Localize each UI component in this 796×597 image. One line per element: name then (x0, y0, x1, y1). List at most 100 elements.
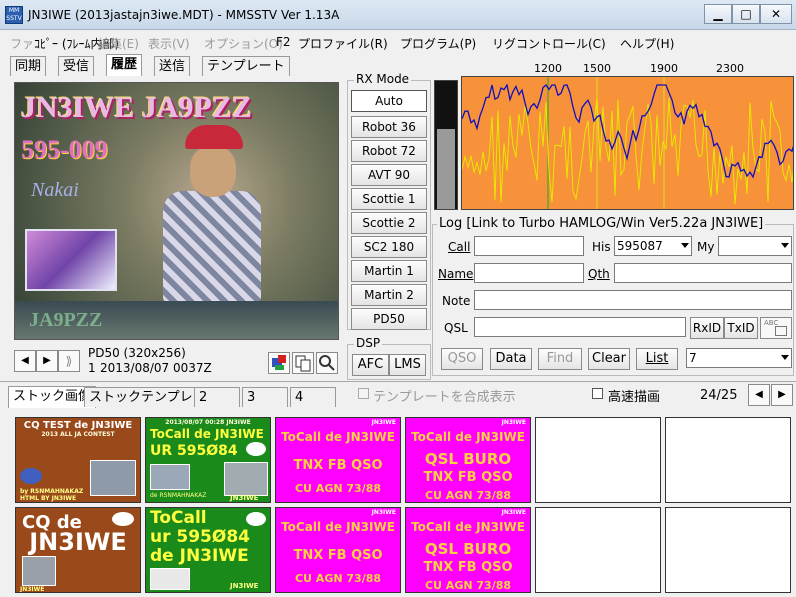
qth-field[interactable] (614, 263, 792, 283)
thumb6-line4: JN3IWE (230, 582, 259, 590)
mode-pd50-button[interactable]: PD50 (351, 308, 427, 330)
my-field[interactable] (718, 236, 792, 256)
history-last-button[interactable]: ⟫ (58, 350, 80, 372)
tab-history[interactable]: 履歴 (106, 54, 143, 76)
rxid-button[interactable]: RxID (690, 317, 724, 339)
menu-rig-control[interactable]: リグコントロール(C) (492, 35, 606, 52)
thumb7-line2: TNX FB QSO (293, 548, 383, 563)
tab-stock-4[interactable]: 4 (290, 387, 336, 407)
zoom-button[interactable] (316, 352, 338, 374)
stock-thumb-empty-1[interactable] (535, 417, 661, 503)
tab-receive[interactable]: 受信 (58, 56, 95, 76)
history-prev-button[interactable]: ◀ (14, 350, 36, 372)
afc-button[interactable]: AFC (352, 354, 389, 376)
stock-thumb-2[interactable]: 2013/08/07 00:28 JN3IWE ToCall de JN3IWE… (145, 417, 271, 503)
list-select[interactable]: 7 (686, 348, 792, 368)
stock-thumb-empty-4[interactable] (665, 507, 791, 593)
copy-button[interactable] (292, 352, 314, 374)
name-field[interactable] (474, 263, 584, 283)
thumb4-line4: CU AGN 73/88 (424, 489, 512, 502)
tab-stock-images[interactable]: ストック画像 (8, 386, 97, 408)
note-label: Note (442, 294, 471, 308)
fast-draw-checkbox[interactable] (592, 388, 603, 399)
lms-button[interactable]: LMS (389, 354, 426, 376)
call-label: Call (448, 240, 471, 254)
tab-stock-2[interactable]: 2 (194, 387, 240, 407)
stock-thumb-empty-2[interactable] (665, 417, 791, 503)
stock-thumb-empty-3[interactable] (535, 507, 661, 593)
mode-martin1-button[interactable]: Martin 1 (351, 260, 427, 282)
maximize-button[interactable]: □ (732, 4, 760, 24)
mode-robot36-button[interactable]: Robot 36 (351, 116, 427, 138)
abc-button[interactable]: ABC (760, 317, 792, 339)
minimize-button[interactable]: ▁ (704, 4, 732, 24)
last-icon: ⟫ (65, 354, 73, 368)
stock-thumb-7[interactable]: JN3IWE ToCall de JN3IWE TNX FB QSO CU AG… (275, 507, 401, 593)
mode-martin2-button[interactable]: Martin 2 (351, 284, 427, 306)
close-button[interactable]: ✕ (760, 4, 792, 24)
mode-avt90-button[interactable]: AVT 90 (351, 164, 427, 186)
thumb5-line2: JN3IWE (29, 528, 127, 556)
my-label: My (697, 240, 715, 254)
stock-prev-button[interactable]: ◀ (748, 384, 770, 406)
stock-thumb-6[interactable]: ToCall ur 595Ø84 de JN3IWE JN3IWE (145, 507, 271, 593)
thumb1-line4: HTML BY JN3IWE (20, 495, 77, 502)
mode-scottie1-button[interactable]: Scottie 1 (351, 188, 427, 210)
divider (0, 381, 796, 382)
mode-scottie2-button[interactable]: Scottie 2 (351, 212, 427, 234)
thumb1-line3: by RSNMAHNAKAZ (20, 488, 84, 495)
level-bar (437, 129, 455, 209)
stock-next-button[interactable]: ▶ (771, 384, 793, 406)
find-button[interactable]: Find (538, 348, 582, 370)
menu-option[interactable]: オプション(O) (204, 35, 283, 52)
note-field[interactable] (474, 290, 792, 310)
qsl-label: QSL (444, 321, 468, 335)
qso-button[interactable]: QSO (441, 348, 483, 370)
thumb4-line3: TNX FB QSO (423, 470, 513, 485)
tick-1500: 1500 (583, 62, 611, 75)
tab-transmit[interactable]: 送信 (154, 56, 191, 76)
mode-robot72-button[interactable]: Robot 72 (351, 140, 427, 162)
menu-profile[interactable]: プロファイル(R) (298, 35, 388, 52)
tab-template[interactable]: テンプレート (202, 56, 290, 76)
thumb3-line0: JN3IWE (371, 419, 396, 426)
tab-stock-3[interactable]: 3 (242, 387, 288, 407)
menu-help[interactable]: ヘルプ(H) (620, 35, 674, 52)
menu-program[interactable]: プログラム(P) (400, 35, 476, 52)
thumb8-line3: TNX FB QSO (423, 560, 513, 575)
compose-checkbox[interactable] (358, 388, 369, 399)
close-icon: ✕ (770, 7, 782, 21)
qsl-field[interactable] (474, 317, 686, 337)
list-button[interactable]: List (636, 348, 678, 370)
image-name-text: Nakai (31, 179, 79, 201)
mode-auto-button[interactable]: Auto (351, 90, 427, 112)
menu-view[interactable]: 表示(V) (148, 35, 190, 52)
copy-to-tx-button[interactable] (268, 352, 290, 374)
history-next-button[interactable]: ▶ (36, 350, 58, 372)
stock-thumb-1[interactable]: CQ TEST de JN3IWE 2013 ALL JA CONTEST by… (15, 417, 141, 503)
thumb2-photo (150, 464, 190, 490)
clear-button[interactable]: Clear (588, 348, 630, 370)
thumb2-line4: JN3IWE (230, 494, 259, 502)
tab-sync[interactable]: 同期 (10, 56, 47, 76)
received-image[interactable]: JN3IWE JA9PZZ 595-009 Nakai JA9PZZ (14, 82, 339, 340)
mode-sc2180-button[interactable]: SC2 180 (351, 236, 427, 258)
stock-thumb-4[interactable]: JN3IWE ToCall de JN3IWE QSL BURO TNX FB … (405, 417, 531, 503)
app-icon[interactable]: MM SSTV (5, 6, 23, 24)
call-field[interactable] (474, 236, 584, 256)
his-field[interactable]: 595087 (614, 236, 692, 256)
history-datetime: 2013/08/07 0037Z (100, 361, 212, 375)
image-transfer-icon (272, 355, 286, 370)
thumb7-line0: JN3IWE (371, 509, 396, 516)
menu-edit[interactable]: 編集(E) (98, 35, 139, 52)
spectrum-display[interactable] (461, 76, 794, 210)
txid-button[interactable]: TxID (724, 317, 758, 339)
list-select-value: 7 (689, 351, 697, 365)
stock-thumb-5[interactable]: CQ de JN3IWE JN3IWE (15, 507, 141, 593)
thumb1-line1: CQ TEST de JN3IWE (23, 420, 133, 431)
data-button[interactable]: Data (490, 348, 532, 370)
stock-thumb-8[interactable]: JN3IWE ToCall de JN3IWE QSL BURO TNX FB … (405, 507, 531, 593)
stock-thumb-3[interactable]: JN3IWE ToCall de JN3IWE TNX FB QSO CU AG… (275, 417, 401, 503)
prev-icon: ◀ (21, 355, 29, 366)
thumb2-photo-b (224, 462, 268, 496)
